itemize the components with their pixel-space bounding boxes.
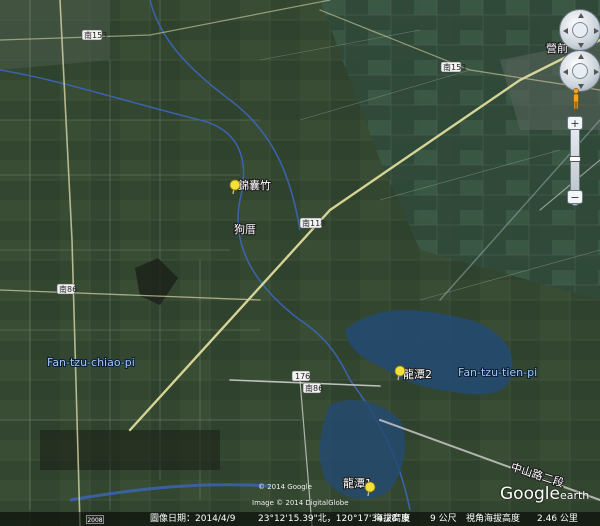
road-shield-176: 176 [291, 370, 311, 382]
svg-text:南153: 南153 [84, 30, 107, 40]
svg-text:176: 176 [295, 372, 310, 381]
look-icon[interactable] [559, 9, 600, 51]
place-label-fan-chiao[interactable]: Fan-tzu-chiao-pi [46, 355, 136, 370]
imagery-date: 圖像日期：2014/4/9 [150, 514, 236, 524]
pegman-icon[interactable] [571, 88, 581, 110]
move-icon[interactable] [559, 50, 600, 92]
svg-text:南86: 南86 [305, 383, 323, 393]
place-label-fan-tien[interactable]: Fan-tzu-tien-pi [457, 365, 538, 380]
svg-text:南118: 南118 [302, 218, 325, 228]
place-label-ximan[interactable]: 錦囊竹 [237, 177, 272, 193]
road-shield-northeast: 南153 [440, 61, 466, 73]
road-shield-south: 南86 [302, 382, 323, 394]
satellite-map[interactable]: 南153 南153 南118 南86 176 南86 錦囊竹 狗厝 龍潭2 龍潭… [0, 0, 600, 526]
svg-text:南153: 南153 [443, 62, 466, 72]
dark-band [40, 430, 220, 470]
copyright-imagery: Image © 2014 DigitalGlobe [252, 499, 349, 507]
road-shield-north: 南153 [81, 29, 107, 41]
zoom-in-icon[interactable]: + [567, 116, 583, 130]
place-label-goucuo[interactable]: 狗厝 [233, 222, 257, 237]
place-label-lake-2[interactable]: 龍潭2 [402, 366, 433, 382]
map-viewport[interactable]: 南153 南153 南118 南86 176 南86 錦囊竹 狗厝 龍潭2 龍潭… [0, 0, 600, 526]
eye-altitude-label: 視角海拔高度 [466, 514, 521, 524]
elevation-label: 海拔高度 [374, 514, 411, 524]
zoom-thumb[interactable] [569, 156, 581, 162]
copyright-google: © 2014 Google [258, 483, 312, 491]
svg-text:南86: 南86 [59, 284, 77, 294]
google-earth-logo: Googleearth [500, 484, 590, 504]
road-shield-center: 南118 [299, 217, 325, 229]
road-shield-west: 南86 [56, 283, 77, 295]
eye-altitude-value: 2.46 公里 [537, 514, 578, 524]
zoom-out-icon[interactable]: − [567, 190, 583, 204]
elevation-value: 9 公尺 [430, 514, 457, 524]
year-badge: 2008 [86, 515, 104, 524]
